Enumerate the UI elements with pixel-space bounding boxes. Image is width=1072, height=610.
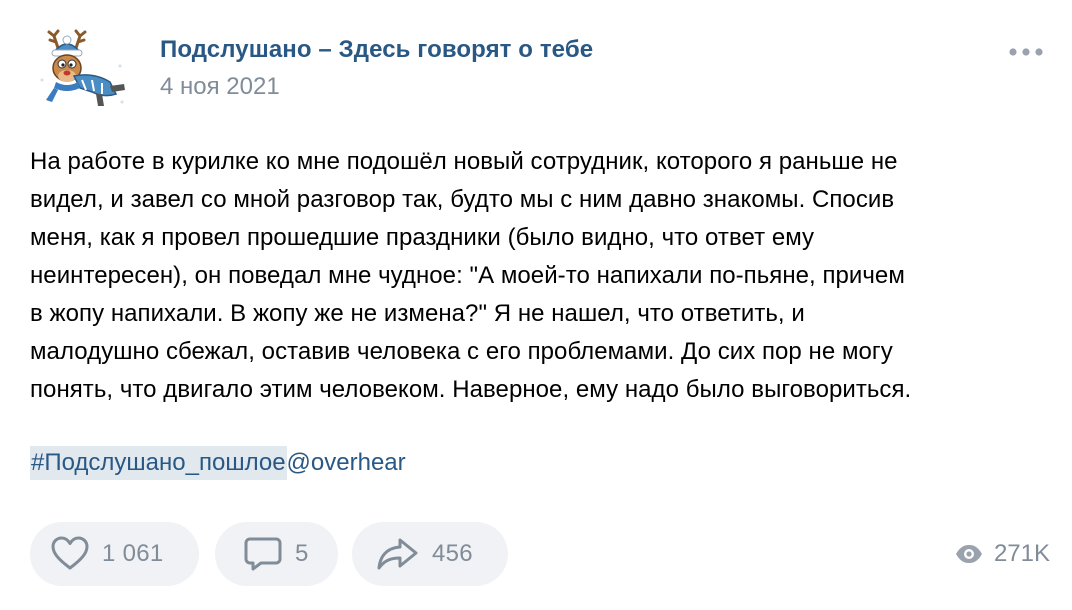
community-name-link[interactable]: Подслушано – Здесь говорят о тебе [160, 36, 593, 64]
post-text-line: неинтересен), он поведал мне чудное: "А … [30, 262, 905, 289]
like-button[interactable]: 1 061 [30, 522, 199, 586]
post-text-line: в жопу напихали. В жопу же не измена?" Я… [30, 300, 805, 327]
post-text-line: понять, что двигало этим человеком. Наве… [30, 376, 912, 403]
hashtag-row: #Подслушано_пошлое@overhear [30, 446, 406, 480]
views-counter: 271K [954, 538, 1050, 570]
post-text-line: видел, и завел со мной разговор так, буд… [30, 186, 895, 213]
community-avatar[interactable] [36, 28, 128, 108]
more-dots-icon [1009, 48, 1043, 56]
more-button[interactable] [1006, 40, 1046, 64]
eye-icon [954, 543, 984, 565]
comment-icon [243, 535, 283, 573]
post-text-line: малодушно сбежал, оставив человека с его… [30, 338, 893, 365]
heart-icon [50, 535, 90, 573]
views-count: 271K [993, 540, 1050, 567]
mention-link[interactable]: @overhear [287, 449, 406, 476]
hashtag-link[interactable]: #Подслушано_пошлое [30, 446, 287, 480]
post-text: На работе в курилке ко мне подошёл новый… [30, 143, 1040, 409]
share-count: 456 [432, 540, 473, 567]
share-icon [376, 535, 420, 573]
post-date[interactable]: 4 ноя 2021 [160, 73, 280, 101]
post-text-line: На работе в курилке ко мне подошёл новый… [30, 148, 898, 175]
reindeer-mascot-icon [40, 29, 125, 106]
share-button[interactable]: 456 [352, 522, 508, 586]
post-text-line: меня, как я провел прошедшие праздники (… [30, 224, 815, 251]
wall-post: Подслушано – Здесь говорят о тебе 4 ноя … [0, 0, 1072, 610]
comment-count: 5 [295, 540, 309, 567]
like-count: 1 061 [102, 540, 164, 567]
comment-button[interactable]: 5 [215, 522, 338, 586]
